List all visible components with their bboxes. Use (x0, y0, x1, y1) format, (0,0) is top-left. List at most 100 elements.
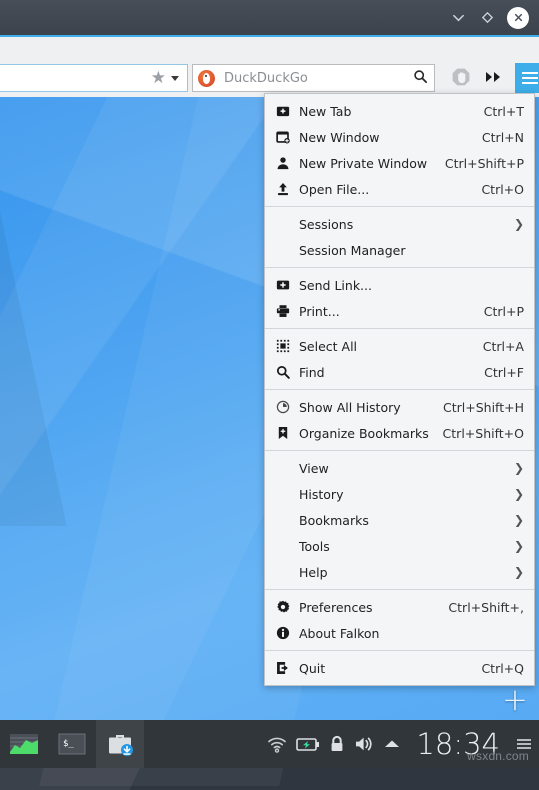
menu-item-find[interactable]: FindCtrl+F (265, 359, 534, 385)
menu-item-shortcut: Ctrl+N (482, 130, 524, 145)
close-icon (512, 11, 525, 24)
menu-item-label: Quit (299, 661, 469, 676)
svg-text:$_: $_ (63, 739, 74, 749)
menu-item-new-tab[interactable]: New TabCtrl+T (265, 98, 534, 124)
info-icon-glyph (276, 626, 290, 640)
menu-item-label: Help (299, 565, 502, 580)
select-all-icon (273, 339, 293, 353)
menu-item-send-link[interactable]: Send Link... (265, 272, 534, 298)
open-file-icon (273, 182, 293, 196)
software-store-icon (105, 729, 135, 759)
hamburger-line-3 (522, 82, 538, 84)
menu-item-label: New Window (299, 130, 470, 145)
search-input[interactable]: DuckDuckGo (224, 71, 413, 86)
window-titlebar (0, 0, 539, 35)
menu-item-shortcut: Ctrl+Shift+H (443, 400, 524, 415)
new-tab-icon (273, 104, 293, 118)
menu-item-new-private-window[interactable]: New Private WindowCtrl+Shift+P (265, 150, 534, 176)
lock-glyph (329, 735, 345, 753)
private-window-icon (273, 156, 293, 170)
battery-icon[interactable] (296, 737, 320, 752)
menu-item-preferences[interactable]: Preferences Ctrl+Shift+, (265, 594, 534, 620)
info-icon (273, 626, 293, 640)
menu-item-select-all[interactable]: Select All Ctrl+A (265, 333, 534, 359)
menu-item-print[interactable]: Print...Ctrl+P (265, 298, 534, 324)
add-widget-button[interactable]: + (499, 684, 531, 716)
menu-item-shortcut: Ctrl+T (484, 104, 524, 119)
bookmark-flag-icon-glyph (276, 426, 290, 440)
menu-item-sessions[interactable]: Sessions❯ (265, 211, 534, 237)
taskbar-launcher-system-monitor[interactable] (0, 720, 48, 768)
search-bar[interactable]: DuckDuckGo (192, 64, 435, 92)
adblock-icon[interactable] (450, 66, 471, 87)
menu-item-label: Organize Bookmarks (299, 426, 431, 441)
menu-item-help[interactable]: Help❯ (265, 559, 534, 585)
volume-icon[interactable] (354, 735, 374, 753)
menu-item-label: Session Manager (299, 243, 524, 258)
chevron-right-icon: ❯ (514, 539, 524, 553)
search-glyph (413, 69, 428, 84)
menu-item-new-window[interactable]: New Window Ctrl+N (265, 124, 534, 150)
menu-item-shortcut: Ctrl+F (484, 365, 524, 380)
menu-item-label: Select All (299, 339, 471, 354)
hamburger-line-2 (522, 77, 538, 79)
menu-item-history[interactable]: History ❯ (265, 481, 534, 507)
bookmark-flag-icon (273, 426, 293, 440)
browser-main-menu[interactable]: New TabCtrl+T New Window Ctrl+N New Private… (264, 93, 535, 686)
menu-separator (265, 389, 534, 390)
lock-icon[interactable] (329, 735, 345, 753)
menu-separator (265, 206, 534, 207)
menu-item-label: History (299, 487, 502, 502)
address-dropdown-icon[interactable] (171, 76, 179, 81)
wifi-icon[interactable] (267, 736, 287, 753)
new-window-icon (273, 130, 293, 144)
tray-hamburger-icon[interactable] (517, 739, 531, 749)
quit-icon (273, 661, 293, 675)
find-icon-glyph (276, 365, 290, 379)
gear-icon-glyph (276, 600, 290, 614)
history-clock-icon (273, 400, 293, 414)
taskbar-launcher-terminal[interactable]: $_ (48, 720, 96, 768)
menu-separator (265, 328, 534, 329)
menu-item-bookmarks[interactable]: Bookmarks❯ (265, 507, 534, 533)
menu-item-session-manager[interactable]: Session Manager (265, 237, 534, 263)
menu-item-shortcut: Ctrl+Q (481, 661, 524, 676)
menu-item-show-all-history[interactable]: Show All History Ctrl+Shift+H (265, 394, 534, 420)
menu-item-label: Preferences (299, 600, 436, 615)
system-monitor-icon (9, 732, 39, 756)
gear-icon (273, 600, 293, 614)
chevron-down-icon (451, 10, 466, 25)
open-file-icon-glyph (276, 182, 290, 196)
menu-item-tools[interactable]: Tools❯ (265, 533, 534, 559)
menu-item-view[interactable]: View❯ (265, 455, 534, 481)
close-button[interactable] (507, 7, 529, 29)
minimize-icon[interactable] (445, 5, 471, 31)
adblock-hand-glyph (451, 67, 471, 87)
menu-separator (265, 450, 534, 451)
menu-item-open-file[interactable]: Open File...Ctrl+O (265, 176, 534, 202)
menu-item-shortcut: Ctrl+Shift+, (448, 600, 524, 615)
menu-item-label: Show All History (299, 400, 431, 415)
menu-item-label: New Private Window (299, 156, 433, 171)
menu-item-shortcut: Ctrl+A (483, 339, 524, 354)
taskbar-launcher-software-store[interactable] (96, 720, 144, 768)
chevron-right-icon: ❯ (514, 487, 524, 501)
magnifier-icon[interactable] (413, 69, 428, 88)
volume-glyph (354, 735, 374, 753)
menu-item-organize-bookmarks[interactable]: Organize BookmarksCtrl+Shift+O (265, 420, 534, 446)
menu-separator (265, 589, 534, 590)
address-bar[interactable]: ★ (0, 64, 188, 92)
menu-item-label: About Falkon (299, 626, 524, 641)
menu-separator (265, 267, 534, 268)
bookmark-star-icon[interactable]: ★ (151, 68, 166, 88)
select-all-icon-glyph (276, 339, 290, 353)
show-hidden-icon[interactable] (383, 738, 401, 750)
new-window-icon-glyph (276, 130, 290, 144)
menu-item-about-falkon[interactable]: About Falkon (265, 620, 534, 646)
browser-menu-button[interactable] (515, 63, 539, 93)
fast-forward-icon[interactable] (485, 71, 503, 86)
menu-item-quit[interactable]: Quit Ctrl+Q (265, 655, 534, 681)
duckduckgo-icon[interactable] (198, 70, 215, 87)
maximize-icon[interactable] (474, 5, 500, 31)
menu-item-shortcut: Ctrl+O (481, 182, 524, 197)
